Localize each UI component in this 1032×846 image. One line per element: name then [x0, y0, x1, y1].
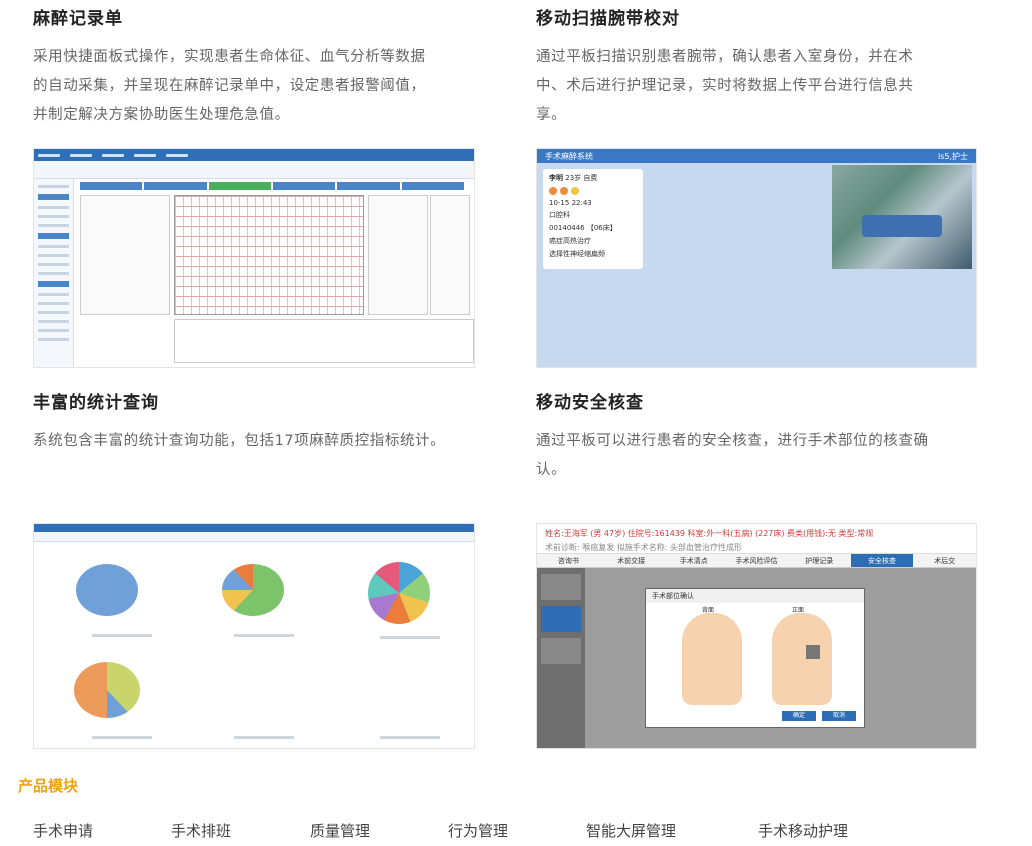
toolbar	[34, 161, 474, 179]
description-line: 通过平板扫描识别患者腕带，确认患者入室身份，并在术	[536, 49, 914, 65]
description-line: 采用快捷面板式操作，实现患者生命体征、血气分析等数据	[33, 49, 426, 65]
patient-card[interactable]: 李明 23岁 自费 10-15 22:43 口腔科 00140446 【06床】…	[543, 169, 643, 269]
statistics-screenshot	[33, 523, 475, 749]
surgical-site-dialog: 手术部位确认 背面 正面 确定 取消	[645, 588, 865, 728]
tab-safety-check[interactable]: 安全核查	[850, 554, 914, 567]
description-line: 通过平板可以进行患者的安全核查，进行手术部位的核查确	[536, 433, 929, 449]
surgery-time: 10-15 22:43	[549, 199, 592, 207]
operating-room-photo	[832, 165, 972, 269]
status-dots	[549, 187, 637, 195]
feature-title: 移动安全核查	[536, 393, 644, 413]
patient-sidebar	[34, 179, 74, 367]
vitals-column	[80, 195, 170, 315]
pie-chart-1	[76, 564, 138, 616]
module-item-big-screen[interactable]: 智能大屏管理	[586, 820, 676, 841]
tab-preop-handover[interactable]: 术前交接	[600, 554, 663, 567]
feature-description: 采用快捷面板式操作，实现患者生命体征、血气分析等数据 的自动采集，并呈现在麻醉记…	[33, 43, 481, 130]
selected-site-marker	[806, 645, 820, 659]
description-line: 系统包含丰富的统计查询功能，包括17项麻醉质控指标统计。	[33, 433, 446, 449]
bed-number: 00140446 【06床】	[549, 224, 617, 232]
stage-sidebar	[537, 568, 585, 748]
description-line: 并制定解决方案协助医生处理危急值。	[33, 107, 290, 123]
surgery-info: 术前诊断: 喉癌复发 拟施手术名称: 头部血管治疗性成形	[545, 543, 743, 552]
department: 口腔科	[549, 211, 570, 219]
feature-title: 丰富的统计查询	[33, 393, 159, 413]
feature-description: 通过平板扫描识别患者腕带，确认患者入室身份，并在术 中、术后进行护理记录，实时将…	[536, 43, 984, 130]
feature-title: 移动扫描腕带校对	[536, 9, 680, 29]
record-tabs	[80, 182, 464, 190]
patient-info: 姓名:王海军 (男 47岁) 住院号:161439 科室:外一科(五病) (22…	[545, 529, 874, 538]
patient-name: 李明	[549, 174, 563, 182]
feature-safety-check: 移动安全核查 通过平板可以进行患者的安全核查，进行手术部位的核查确 认。	[536, 388, 984, 485]
tab-surgical-count[interactable]: 手术清点	[662, 554, 725, 567]
feature-description: 通过平板可以进行患者的安全核查，进行手术部位的核查确 认。	[536, 427, 984, 485]
diagnosis: 癌症高热治疗	[549, 237, 591, 245]
module-item-behavior-management[interactable]: 行为管理	[448, 820, 508, 841]
description-line: 认。	[536, 462, 567, 478]
tab-postop-handover[interactable]: 术后交	[913, 554, 976, 567]
confirm-button[interactable]: 确定	[782, 711, 816, 721]
dialog-title: 手术部位确认	[646, 589, 864, 603]
feature-title: 麻醉记录单	[33, 9, 123, 29]
side-panel	[430, 195, 470, 315]
anesthesia-chart-grid	[174, 195, 364, 315]
body-front-figure[interactable]	[772, 613, 832, 705]
anesthesia-record-screenshot	[33, 148, 475, 368]
module-item-mobile-nursing[interactable]: 手术移动护理	[758, 820, 848, 841]
record-tabs: 咨询书 术前交接 手术清点 手术风险评估 护理记录 安全核查 术后交	[537, 554, 976, 568]
feature-mobile-wristband: 移动扫描腕带校对 通过平板扫描识别患者腕带，确认患者入室身份，并在术 中、术后进…	[536, 4, 984, 130]
event-column	[368, 195, 428, 315]
description-line: 的自动采集，并呈现在麻醉记录单中，设定患者报警阈值，	[33, 78, 426, 94]
mobile-scan-screenshot: 手术麻醉系统 ls5,护士 李明 23岁 自费 10-15 22:43 口腔科 …	[536, 148, 977, 368]
feature-anesthesia-record: 麻醉记录单 采用快捷面板式操作，实现患者生命体征、血气分析等数据 的自动采集，并…	[33, 4, 481, 130]
procedure: 选择性神经缩扁频	[549, 250, 605, 258]
app-header-bar	[34, 524, 474, 532]
cancel-button[interactable]: 取消	[822, 711, 856, 721]
app-title: 手术麻醉系统	[545, 151, 593, 161]
description-line: 中、术后进行护理记录，实时将数据上传平台进行信息共	[536, 78, 914, 94]
pie-chart-4	[74, 662, 140, 718]
user-name: ls5,护士	[937, 151, 968, 161]
patient-info-header: 姓名:王海军 (男 47岁) 住院号:161439 科室:外一科(五病) (22…	[537, 524, 976, 554]
module-item-surgery-application[interactable]: 手术申请	[33, 820, 93, 841]
module-item-quality-management[interactable]: 质量管理	[310, 820, 370, 841]
tab-risk-assessment[interactable]: 手术风险评估	[725, 554, 788, 567]
tab-nursing-record[interactable]: 护理记录	[788, 554, 851, 567]
module-list: 手术申请 手术排班 质量管理 行为管理 智能大屏管理 手术移动护理	[0, 820, 1032, 844]
tab-consent[interactable]: 咨询书	[537, 554, 600, 567]
module-section-title: 产品模块	[18, 777, 79, 795]
toolbar	[34, 532, 474, 542]
description-line: 享。	[536, 107, 567, 123]
safety-check-screenshot: 姓名:王海军 (男 47岁) 住院号:161439 科室:外一科(五病) (22…	[536, 523, 977, 749]
donut-chart-3	[368, 562, 430, 624]
feature-description: 系统包含丰富的统计查询功能，包括17项麻醉质控指标统计。	[33, 427, 481, 456]
app-header-bar	[34, 149, 474, 161]
body-back-figure[interactable]	[682, 613, 742, 705]
record-footer	[174, 319, 474, 363]
module-item-surgery-scheduling[interactable]: 手术排班	[171, 820, 231, 841]
feature-statistics: 丰富的统计查询 系统包含丰富的统计查询功能，包括17项麻醉质控指标统计。	[33, 388, 481, 456]
patient-meta: 23岁 自费	[565, 174, 598, 182]
pie-chart-2	[222, 564, 284, 616]
mobile-app-header: 手术麻醉系统 ls5,护士	[537, 149, 976, 163]
